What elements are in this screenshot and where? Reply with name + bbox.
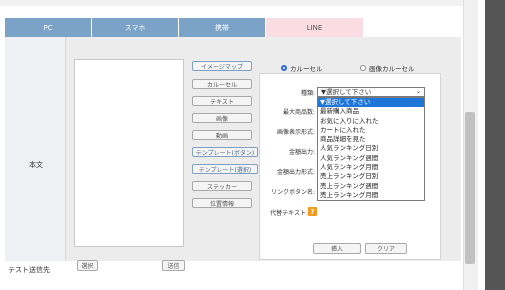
help-icon[interactable]: ? [308,207,317,216]
tab-pc[interactable]: PC [5,18,92,37]
scrollbar-thumb[interactable] [465,112,475,264]
type-field-label: 種類: [300,90,315,97]
video-button[interactable]: 動画 [192,130,252,140]
price-format-label: 金額出力形式: [276,169,315,176]
alt-text-label: 代替テキスト: [270,210,308,217]
radio-image-carousel-label: 画像カルーセル [369,65,415,73]
window-edge [479,0,505,290]
dropdown-option[interactable]: 売上ランキング月間 [318,191,424,200]
tab-smartphone[interactable]: スマホ [92,18,179,37]
dropdown-option[interactable]: カートに入れた [318,126,424,135]
label-column [5,37,66,261]
dropdown-option[interactable]: 人気ランキング日別 [318,144,424,153]
template-button-button[interactable]: テンプレート(ボタン) [192,147,258,157]
type-select-value: ▼選択して下さい [321,88,372,96]
radio-carousel[interactable]: カルーセル [281,63,323,73]
text-button[interactable]: テキスト [192,96,252,106]
tab-line[interactable]: LINE [266,18,364,37]
send-button[interactable]: 送信 [162,260,185,271]
dropdown-option[interactable]: 売上ランキング日別 [318,172,424,181]
insert-button[interactable]: 挿入 [313,243,361,254]
top-strip [0,0,463,6]
radio-selected-icon [281,65,287,71]
max-products-label: 最大商品数: [282,109,315,116]
image-display-label: 画像表示形式: [276,129,315,136]
dropdown-option[interactable]: 最新購入商品 [318,107,424,116]
clear-button[interactable]: クリア [365,243,407,254]
type-select[interactable]: ▼選択して下さい ⌄ [317,87,425,97]
image-button[interactable]: 画像 [192,113,252,123]
dropdown-option[interactable]: 売上ランキング週間 [318,182,424,191]
image-map-button[interactable]: イメージマップ [192,61,252,71]
location-button[interactable]: 位置情報 [192,198,252,208]
test-destination-label: テスト送信先 [8,266,50,274]
tab-mobile[interactable]: 携帯 [179,18,266,37]
template-select-button[interactable]: テンプレート(選択) [192,164,258,174]
radio-unselected-icon [360,65,366,71]
body-label: 本文 [29,161,43,169]
price-output-label: 金額出力: [288,149,315,156]
chevron-down-icon: ⌄ [415,88,421,95]
link-button-name-label: リンクボタン名: [270,189,315,196]
dropdown-option[interactable]: 人気ランキング週間 [318,154,424,163]
dropdown-option[interactable]: 人気ランキング月間 [318,163,424,172]
sticker-button[interactable]: ステッカー [192,181,252,191]
radio-carousel-label: カルーセル [290,65,323,73]
body-textarea[interactable] [74,59,184,247]
carousel-button[interactable]: カルーセル [192,79,252,89]
dropdown-option[interactable]: お気に入りに入れた [318,117,424,126]
radio-image-carousel[interactable]: 画像カルーセル [360,63,415,73]
type-dropdown-list: ▼選択して下さい 最新購入商品 お気に入りに入れた カートに入れた 商品詳細を見… [317,97,425,202]
select-button[interactable]: 選択 [77,260,98,271]
dropdown-option[interactable]: ▼選択して下さい [318,98,424,108]
